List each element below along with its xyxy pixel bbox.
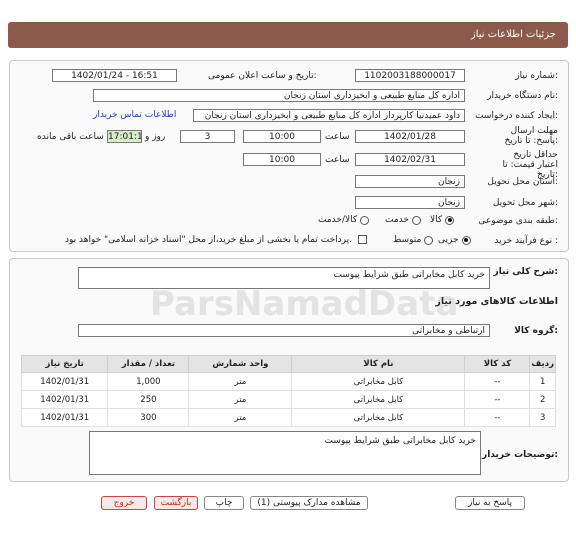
- validity-date-field: 1402/02/31: [355, 153, 465, 166]
- category-option-goods[interactable]: کالا: [430, 215, 455, 225]
- reply-button[interactable]: پاسخ به نیاز: [455, 496, 525, 510]
- table-header-row: ردیف کد کالا نام کالا واحد شمارش تعداد /…: [20, 355, 556, 373]
- summary-label: شرح کلی نیاز:: [493, 267, 558, 277]
- buyer-org-label: نام دستگاه خریدار:: [487, 91, 558, 101]
- col-code: کد کالا: [464, 355, 531, 373]
- page-title: جزئیات اطلاعات نیاز: [470, 29, 556, 40]
- cell-unit: متر: [188, 390, 293, 409]
- deadline-label: مهلت ارسال پاسخ: تا تاریخ:: [504, 126, 558, 146]
- need-number-field: 1102003188000017: [355, 69, 465, 82]
- print-button[interactable]: چاپ: [204, 496, 244, 510]
- buyer-contact-link[interactable]: اطلاعات تماس خریدار: [93, 110, 176, 120]
- col-date: تاریخ نیاز: [20, 355, 109, 373]
- cell-qty: 250: [107, 390, 190, 409]
- process-option-minor[interactable]: جزیی: [438, 235, 471, 245]
- category-option-label: خدمت: [385, 215, 409, 225]
- col-qty: تعداد / مقدار: [107, 355, 190, 373]
- cell-name: کابل مخابراتی: [291, 372, 466, 391]
- creator-field: داود عمیدنیا کارپرداز اداره کل منابع طبی…: [193, 109, 465, 122]
- table-row: 3 -- کابل مخابراتی متر 300 1402/01/31: [20, 408, 556, 427]
- cell-row: 1: [529, 372, 556, 391]
- radio-selected-icon[interactable]: [445, 215, 455, 225]
- need-number-label: شماره نیاز:: [515, 71, 558, 81]
- deadline-time-label: ساعت: [325, 132, 350, 142]
- exit-button[interactable]: خروج: [101, 496, 147, 510]
- process-option-medium[interactable]: متوسط: [393, 235, 434, 245]
- radio-selected-icon[interactable]: [461, 235, 471, 245]
- cell-unit: متر: [188, 408, 293, 427]
- cell-row: 3: [529, 408, 556, 427]
- deadline-time-field: 10:00: [243, 130, 321, 143]
- table-row: 1 -- کابل مخابراتی متر 1,000 1402/01/31: [20, 372, 556, 391]
- items-table: ردیف کد کالا نام کالا واحد شمارش تعداد /…: [20, 355, 556, 427]
- validity-label: حداقل تاریخ اعتبار قیمت: تا تاریخ:: [502, 150, 558, 180]
- cell-date: 1402/01/31: [20, 408, 109, 427]
- cell-code: --: [464, 408, 531, 427]
- category-option-label: کالا: [430, 215, 443, 225]
- days-label: روز و: [145, 132, 166, 142]
- cell-name: کابل مخابراتی: [291, 408, 466, 427]
- days-field: 3: [180, 130, 235, 143]
- cell-row: 2: [529, 390, 556, 409]
- process-option-label: متوسط: [393, 235, 422, 245]
- col-row: ردیف: [529, 355, 556, 373]
- col-name: نام کالا: [291, 355, 466, 373]
- city-label: شهر محل تحویل:: [492, 198, 558, 208]
- group-field: ارتباطی و مخابراتی: [78, 324, 490, 337]
- cell-unit: متر: [188, 372, 293, 391]
- cell-date: 1402/01/31: [20, 372, 109, 391]
- process-label: نوع فرآیند خرید :: [494, 236, 558, 246]
- remaining-time-field: 17:01:16: [107, 130, 142, 143]
- back-button[interactable]: بازگشت: [154, 496, 198, 510]
- process-option-label: جزیی: [438, 235, 459, 245]
- validity-time-label: ساعت: [325, 155, 350, 165]
- radio-icon[interactable]: [360, 215, 370, 225]
- cell-code: --: [464, 390, 531, 409]
- province-label: استان محل تحویل:: [487, 177, 558, 187]
- radio-icon[interactable]: [411, 215, 421, 225]
- category-option-label: کالا/خدمت: [318, 215, 358, 225]
- notes-field: خرید کابل مخابراتی طبق شرایط پیوست: [89, 431, 481, 475]
- deadline-date-field: 1402/01/28: [355, 130, 465, 143]
- cell-qty: 300: [107, 408, 190, 427]
- validity-time-field: 10:00: [243, 153, 321, 166]
- announce-label: تاریخ و ساعت اعلان عمومی:: [208, 71, 317, 81]
- page-header: جزئیات اطلاعات نیاز: [8, 22, 568, 48]
- creator-label: ایجاد کننده درخواست:: [475, 111, 558, 121]
- buyer-org-field: اداره کل منابع طبیعی و ابخیزداری استان ز…: [93, 89, 465, 102]
- category-label: طبقه بندی موضوعی:: [478, 216, 558, 226]
- cell-qty: 1,000: [107, 372, 190, 391]
- payment-note: پرداخت تمام یا بخشی از مبلغ خرید،از محل …: [64, 235, 352, 245]
- table-row: 2 -- کابل مخابراتی متر 250 1402/01/31: [20, 390, 556, 409]
- remaining-label: ساعت باقی مانده: [37, 132, 104, 142]
- col-unit: واحد شمارش: [188, 355, 293, 373]
- view-documents-button[interactable]: مشاهده مدارک پیوستی (1): [250, 496, 368, 510]
- province-field: زنجان: [355, 175, 465, 188]
- notes-label: توضیحات خریدار:: [482, 450, 558, 460]
- cell-date: 1402/01/31: [20, 390, 109, 409]
- treasury-payment-checkbox[interactable]: [358, 235, 367, 244]
- cell-code: --: [464, 372, 531, 391]
- watermark: ParsNamadData: [150, 284, 459, 324]
- radio-icon[interactable]: [424, 235, 434, 245]
- group-label: گروه کالا:: [514, 326, 558, 336]
- category-option-both[interactable]: کالا/خدمت: [318, 215, 370, 225]
- category-option-service[interactable]: خدمت: [385, 215, 421, 225]
- cell-name: کابل مخابراتی: [291, 390, 466, 409]
- city-field: زنجان: [355, 196, 465, 209]
- announce-field: 1402/01/24 - 16:51: [52, 69, 177, 82]
